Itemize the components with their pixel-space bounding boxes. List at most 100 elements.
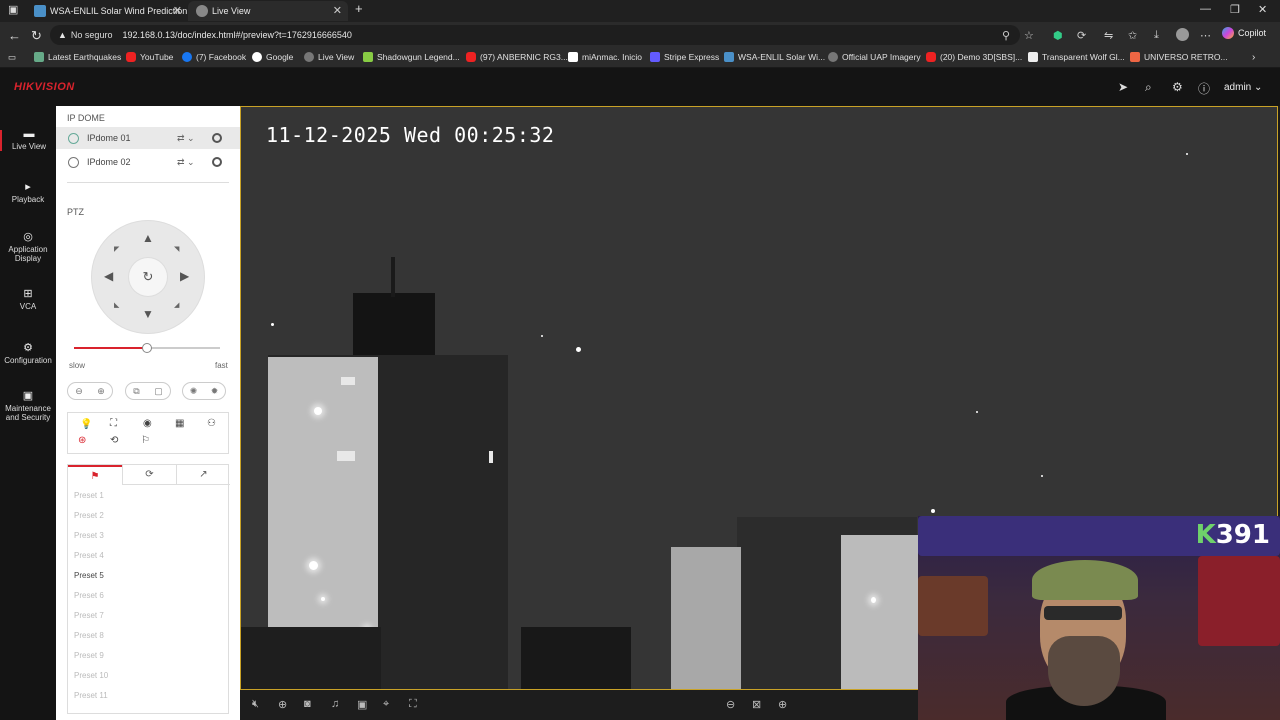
ptz-direction-wheel[interactable]: ▲ ▼ ◀ ▶ ◤ ◥ ◣ ◢ ↻ bbox=[92, 221, 204, 333]
regional-focus-icon[interactable]: ⌖ bbox=[383, 698, 389, 711]
maximize-icon[interactable]: ❐ bbox=[1230, 3, 1240, 16]
shield-extension-icon[interactable]: ⬢ bbox=[1053, 29, 1063, 42]
bookmark-item[interactable]: (7) Facebook bbox=[182, 52, 246, 62]
arrow-down-left-icon[interactable]: ◣ bbox=[114, 301, 119, 309]
arrow-up-icon[interactable]: ▲ bbox=[142, 231, 154, 245]
nav-configuration[interactable]: ⚙ Configuration bbox=[0, 343, 56, 366]
chevron-right-icon[interactable]: › bbox=[1252, 52, 1255, 63]
arrow-left-icon[interactable]: ◀ bbox=[104, 269, 113, 283]
camera-item[interactable]: IPdome 01 ⇄ ⌄ bbox=[56, 127, 240, 149]
bookmark-item[interactable]: (97) ANBERNIC RG3... bbox=[466, 52, 568, 62]
extensions-icon[interactable]: ⟳ bbox=[1077, 29, 1086, 42]
bookmark-item[interactable]: YouTube bbox=[126, 52, 173, 62]
bookmark-item[interactable]: Official UAP Imagery bbox=[828, 52, 921, 62]
light-icon[interactable]: 💡 bbox=[80, 419, 92, 430]
preset-item[interactable]: Preset 10 bbox=[74, 671, 108, 680]
speed-slider-handle[interactable] bbox=[142, 343, 152, 353]
preset-item[interactable]: Preset 2 bbox=[74, 511, 104, 520]
manual-tracking-icon[interactable]: ⚐ bbox=[141, 435, 150, 446]
record-icon[interactable] bbox=[212, 133, 222, 143]
address-bar[interactable]: ▲ No seguro 192.168.0.13/doc/index.html#… bbox=[50, 25, 1020, 45]
minimize-icon[interactable]: — bbox=[1200, 3, 1211, 15]
preset-item[interactable]: Preset 6 bbox=[74, 591, 104, 600]
wiper-icon[interactable]: ◉ bbox=[143, 418, 152, 429]
stream-switch-icon[interactable]: ⇄ ⌄ bbox=[177, 133, 195, 144]
focus-frame-icon[interactable]: ⛶ bbox=[110, 418, 117, 429]
tab-wsa-enlil[interactable]: WSA-ENLIL Solar Wind Prediction ✕ bbox=[26, 1, 188, 21]
user-settings-icon[interactable]: ⚙ bbox=[1172, 80, 1183, 94]
camera-item[interactable]: IPdome 02 ⇄ ⌄ bbox=[56, 151, 240, 173]
stop-all-icon[interactable]: ⊠ bbox=[752, 698, 761, 711]
bookmark-item[interactable]: Shadowgun Legend... bbox=[363, 52, 460, 62]
park-icon[interactable]: ⟲ bbox=[110, 435, 118, 446]
bookmark-item[interactable]: UNIVERSO RETRO... bbox=[1130, 52, 1228, 62]
bookmark-item[interactable]: miAnmac. Inicio bbox=[568, 52, 642, 62]
zoom-in-icon[interactable]: ⊕ bbox=[97, 386, 105, 397]
focus-far-icon[interactable]: ▢ bbox=[154, 386, 163, 397]
favorites-icon[interactable]: ✩ bbox=[1128, 29, 1137, 42]
url-text[interactable]: 192.168.0.13/doc/index.html#/preview?t=1… bbox=[122, 30, 351, 40]
close-icon[interactable]: ✕ bbox=[333, 4, 342, 17]
nav-live-view[interactable]: ▬ Live View bbox=[0, 129, 56, 151]
nav-maintenance[interactable]: ▣ Maintenance and Security bbox=[0, 391, 56, 423]
close-window-icon[interactable]: ✕ bbox=[1258, 3, 1267, 16]
arrow-down-right-icon[interactable]: ◢ bbox=[174, 301, 179, 309]
focus-near-icon[interactable]: ⧉ bbox=[133, 386, 139, 397]
bookmark-item[interactable]: Latest Earthquakes bbox=[34, 52, 121, 62]
downloads-icon[interactable]: ⤓ bbox=[1154, 29, 1159, 42]
bookmark-item[interactable]: Transparent Wolf Gl... bbox=[1028, 52, 1125, 62]
preset-item[interactable]: Preset 11 bbox=[74, 691, 108, 700]
info-icon[interactable]: ⓘ bbox=[1198, 80, 1210, 97]
zoom-out-icon[interactable]: ⊖ bbox=[75, 386, 83, 397]
arrow-right-icon[interactable]: ▶ bbox=[180, 269, 189, 283]
new-tab-icon[interactable]: + bbox=[355, 1, 363, 16]
bookmark-item[interactable]: (20) Demo 3D[SBS]... bbox=[926, 52, 1022, 62]
bookmark-item[interactable]: Live View bbox=[304, 52, 354, 62]
tab-actions-icon[interactable]: ▣ bbox=[8, 3, 18, 16]
iris-close-icon[interactable]: ✹ bbox=[211, 386, 219, 397]
security-label[interactable]: No seguro bbox=[71, 30, 113, 40]
iris-open-icon[interactable]: ✺ bbox=[190, 386, 198, 397]
star-icon[interactable]: ☆ bbox=[1024, 29, 1034, 42]
arrow-down-icon[interactable]: ▼ bbox=[142, 307, 154, 321]
preset-item[interactable]: Preset 1 bbox=[74, 491, 104, 500]
preset-item[interactable]: Preset 9 bbox=[74, 651, 104, 660]
stream-switch-icon[interactable]: ⇄ ⌄ bbox=[177, 157, 195, 168]
arrow-up-left-icon[interactable]: ◤ bbox=[114, 245, 119, 253]
bookmark-item[interactable]: WSA-ENLIL Solar Wi... bbox=[724, 52, 825, 62]
send-icon[interactable]: ➤ bbox=[1118, 80, 1128, 94]
profile-icon[interactable] bbox=[1176, 28, 1189, 41]
copilot-button[interactable]: Copilot bbox=[1222, 27, 1266, 39]
zoom-3d-icon[interactable]: ⊛ bbox=[78, 435, 86, 446]
split-icon[interactable]: ⇋ bbox=[1104, 29, 1113, 42]
record-icon[interactable] bbox=[212, 157, 222, 167]
preset-item[interactable]: Preset 4 bbox=[74, 551, 104, 560]
back-icon[interactable]: ← bbox=[8, 28, 21, 43]
tab-pattern[interactable]: ↗ bbox=[176, 465, 230, 485]
next-page-icon[interactable]: ⊕ bbox=[778, 698, 787, 711]
preset-item[interactable]: Preset 7 bbox=[74, 611, 104, 620]
preset-item[interactable]: Preset 5 bbox=[74, 571, 104, 580]
bookmark-folder-icon[interactable]: ▭ bbox=[8, 52, 16, 63]
more-icon[interactable]: ⋯ bbox=[1200, 29, 1211, 42]
preset-item[interactable]: Preset 3 bbox=[74, 531, 104, 540]
record-clip-icon[interactable]: ▣ bbox=[357, 698, 367, 711]
bookmark-item[interactable]: Stripe Express bbox=[650, 52, 719, 62]
previous-page-icon[interactable]: ⊖ bbox=[726, 698, 735, 711]
digital-zoom-icon[interactable]: ⊕ bbox=[278, 698, 287, 711]
fullscreen-focus-icon[interactable]: ⛶ bbox=[409, 698, 417, 711]
grid-icon[interactable]: ▦ bbox=[175, 418, 184, 429]
one-touch-icon[interactable]: ⚇ bbox=[207, 418, 216, 429]
bookmark-item[interactable]: Google bbox=[252, 52, 293, 62]
nav-application-display[interactable]: ◎ Application Display bbox=[0, 232, 56, 264]
close-icon[interactable]: ✕ bbox=[173, 4, 182, 17]
microphone-icon[interactable]: ♫ bbox=[331, 698, 339, 710]
speed-slider[interactable] bbox=[74, 343, 220, 353]
key-icon[interactable]: ⚲ bbox=[1002, 29, 1010, 42]
tab-live-view[interactable]: Live View ✕ bbox=[188, 1, 348, 21]
auto-rotate-button[interactable]: ↻ bbox=[129, 258, 167, 296]
reload-icon[interactable]: ↻ bbox=[31, 28, 42, 44]
nav-vca[interactable]: ⊞ VCA bbox=[0, 289, 56, 312]
nav-playback[interactable]: ▸ Playback bbox=[0, 182, 56, 205]
tab-patrol[interactable]: ⟳ bbox=[122, 465, 176, 485]
